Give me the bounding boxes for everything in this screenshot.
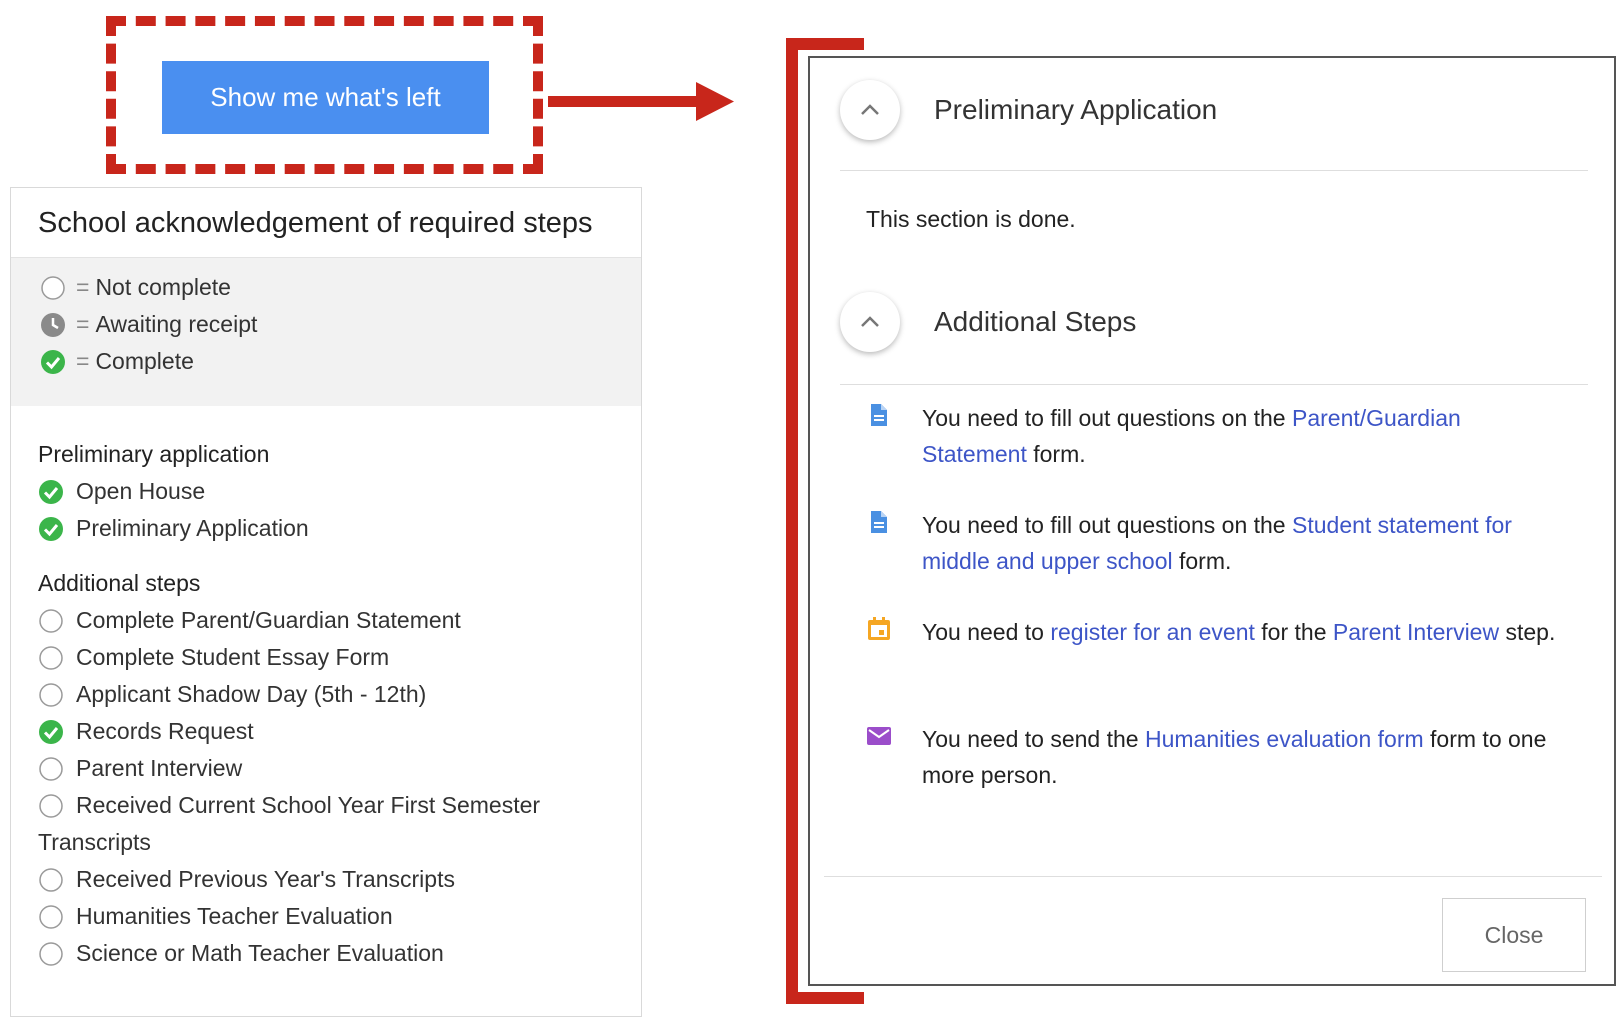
requirement-text-part: step. [1499,619,1556,645]
step-item: Humanities Teacher Evaluation [38,898,641,935]
collapse-toggle[interactable] [840,292,900,352]
requirement-link[interactable]: Humanities evaluation form [1145,726,1424,752]
section-divider [840,170,1588,171]
empty-circle-icon [39,867,63,892]
step-label: Complete Student Essay Form [76,644,390,670]
empty-circle-icon [39,756,63,781]
chevron-up-icon [861,104,879,115]
step-label: Complete Parent/Guardian Statement [76,607,461,633]
empty-circle-icon [39,608,63,633]
step-label: Science or Math Teacher Evaluation [76,940,444,966]
requirement-link[interactable]: Parent Interview [1333,619,1499,645]
requirement-icon-wrap [866,400,892,472]
required-steps-panel: School acknowledgement of required steps… [10,187,642,1017]
check-circle-icon [39,719,63,744]
legend-item: = Awaiting receipt [40,306,641,343]
section-done-text: This section is done. [866,206,1076,232]
requirement-item: You need to fill out questions on the Pa… [866,400,1566,472]
show-me-whats-left-button[interactable]: Show me what's left [162,61,489,134]
requirement-text: You need to register for an event for th… [922,614,1562,650]
legend-equals: = [76,311,90,337]
close-button[interactable]: Close [1442,898,1586,972]
step-item: Parent Interview [38,750,641,787]
whats-left-modal: Preliminary Application This section is … [808,56,1616,986]
requirement-text-part: for the [1254,619,1333,645]
check-circle-icon [41,349,65,374]
requirement-item: You need to register for an event for th… [866,614,1566,650]
empty-circle-icon [39,645,63,670]
step-label: Records Request [76,718,254,744]
empty-circle-icon [39,941,63,966]
section-header-additional[interactable]: Additional Steps [840,292,1136,352]
legend-item: = Not complete [40,269,641,306]
step-label: Parent Interview [76,755,243,781]
requirement-text: You need to fill out questions on the Pa… [922,400,1562,472]
requirement-text-part: You need to [922,619,1051,645]
section-title: Additional Steps [934,306,1137,337]
panel-title: School acknowledgement of required steps [11,188,641,258]
requirement-text-part: You need to fill out questions on the [922,512,1292,538]
legend-equals: = [76,348,90,374]
legend-equals: = [76,274,90,300]
step-label: Preliminary Application [76,515,309,541]
empty-circle-icon [39,793,63,818]
section-title: Preliminary Application [934,94,1218,125]
requirement-link[interactable]: register for an event [1050,619,1255,645]
envelope-icon [867,727,891,745]
step-item: Complete Student Essay Form [38,639,641,676]
requirement-text-part: You need to fill out questions on the [922,405,1292,431]
step-label: Humanities Teacher Evaluation [76,903,393,929]
steps-list: Preliminary application Open House Prelimi… [11,406,641,972]
requirement-text: You need to send the Humanities evaluati… [922,721,1562,793]
collapse-toggle[interactable] [840,80,900,140]
step-label: Open House [76,478,206,504]
requirement-text-part: form. [1026,441,1086,467]
clock-icon [41,312,65,337]
check-circle-icon [39,479,63,504]
document-icon [871,511,887,533]
step-label-continued: Transcripts [38,829,151,855]
requirement-item: You need to send the Humanities evaluati… [866,721,1566,793]
step-item: Open House [38,473,641,510]
step-item: Received Previous Year's Transcripts [38,861,641,898]
empty-circle-icon [39,904,63,929]
arrow-right-icon [548,82,734,121]
requirement-icon-wrap [866,507,892,579]
section-header-preliminary[interactable]: Preliminary Application [840,80,1217,140]
step-group-title: Preliminary application [38,441,270,467]
step-item: Preliminary Application [38,510,641,547]
empty-circle-icon [39,682,63,707]
requirement-icon-wrap [866,614,892,650]
step-item: Complete Parent/Guardian Statement [38,602,641,639]
requirement-text-part: form. [1172,548,1232,574]
step-label: Received Previous Year's Transcripts [76,866,455,892]
requirement-item: You need to fill out questions on the St… [866,507,1566,579]
footer-divider [824,876,1602,877]
chevron-up-icon [861,316,879,327]
section-divider [840,384,1588,385]
step-item: Records Request [38,713,641,750]
requirement-icon-wrap [866,721,892,793]
requirement-text-part: You need to send the [922,726,1145,752]
legend-label: Complete [95,348,194,374]
step-group-title: Additional steps [38,570,201,596]
status-legend: = Not complete = Awaiting receipt = Complete [11,258,641,406]
step-item: Science or Math Teacher Evaluation [38,935,641,972]
step-label: Received Current School Year First Semes… [76,792,541,818]
legend-label: Not complete [95,274,231,300]
check-circle-icon [39,516,63,541]
empty-circle-icon [41,275,65,300]
requirement-text: You need to fill out questions on the St… [922,507,1562,579]
step-label: Applicant Shadow Day (5th - 12th) [76,681,427,707]
step-item: Received Current School Year First Semes… [38,787,641,824]
document-icon [871,404,887,426]
legend-item: = Complete [40,343,641,380]
step-item: Applicant Shadow Day (5th - 12th) [38,676,641,713]
calendar-icon [868,617,890,640]
legend-label: Awaiting receipt [95,311,258,337]
